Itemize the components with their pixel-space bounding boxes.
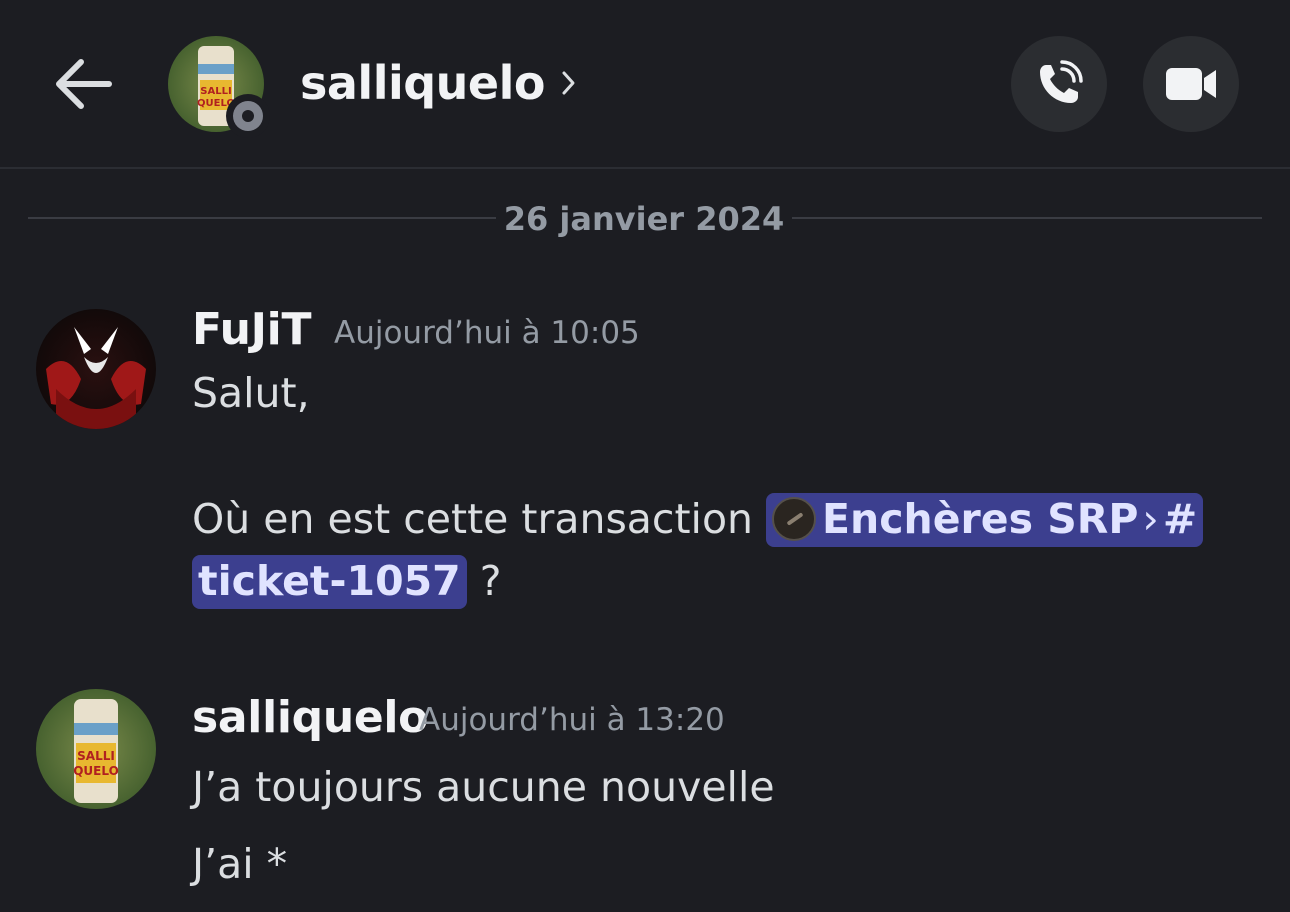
svg-text:QUELO: QUELO <box>73 764 119 778</box>
header-username-label: salliquelo <box>300 56 545 110</box>
back-button[interactable] <box>52 52 116 116</box>
message-text: J’ai * <box>192 840 288 888</box>
message-text-segment: ? <box>466 557 502 605</box>
voice-call-button[interactable] <box>1011 36 1107 132</box>
channel-mention-continued[interactable]: ticket-1057 <box>192 555 467 609</box>
message-text: ticket-1057 ? <box>192 555 502 609</box>
video-call-button[interactable] <box>1143 36 1239 132</box>
date-label: 26 janvier 2024 <box>503 200 785 238</box>
divider-line-left <box>28 217 496 219</box>
author-avatar[interactable]: SALLI QUELO <box>36 689 156 809</box>
offline-status-icon <box>226 94 270 138</box>
header-username[interactable]: salliquelo <box>300 56 577 110</box>
date-divider: 26 janvier 2024 <box>28 196 1262 240</box>
mention-server-name: Enchères SRP <box>822 495 1139 543</box>
chat-header: SALLI QUELO salliquelo <box>0 0 1290 169</box>
chevron-right-icon: › <box>1142 495 1159 543</box>
message-text: J’a toujours aucune nouvelle <box>192 763 775 811</box>
divider-line-right <box>792 217 1262 219</box>
svg-text:SALLI: SALLI <box>200 86 231 97</box>
video-camera-icon <box>1166 68 1216 100</box>
channel-mention[interactable]: Enchères SRP›# <box>766 493 1204 547</box>
server-icon <box>772 497 817 541</box>
arrow-left-icon <box>56 59 112 109</box>
phone-call-icon <box>1040 60 1083 103</box>
chevron-right-icon <box>561 69 577 97</box>
message-timestamp: Aujourd’hui à 13:20 <box>419 702 725 738</box>
message-author[interactable]: FuJiT <box>192 304 311 355</box>
author-avatar[interactable] <box>36 309 156 429</box>
message-text: Salut, <box>192 369 310 417</box>
svg-text:SALLI: SALLI <box>77 749 115 763</box>
mention-hash: # <box>1162 495 1198 543</box>
message-text: Où en est cette transaction Enchères SRP… <box>192 493 1204 547</box>
message-timestamp: Aujourd’hui à 10:05 <box>334 315 640 351</box>
message-author[interactable]: salliquelo <box>192 692 428 743</box>
message-text-segment: Où en est cette transaction <box>192 495 767 543</box>
